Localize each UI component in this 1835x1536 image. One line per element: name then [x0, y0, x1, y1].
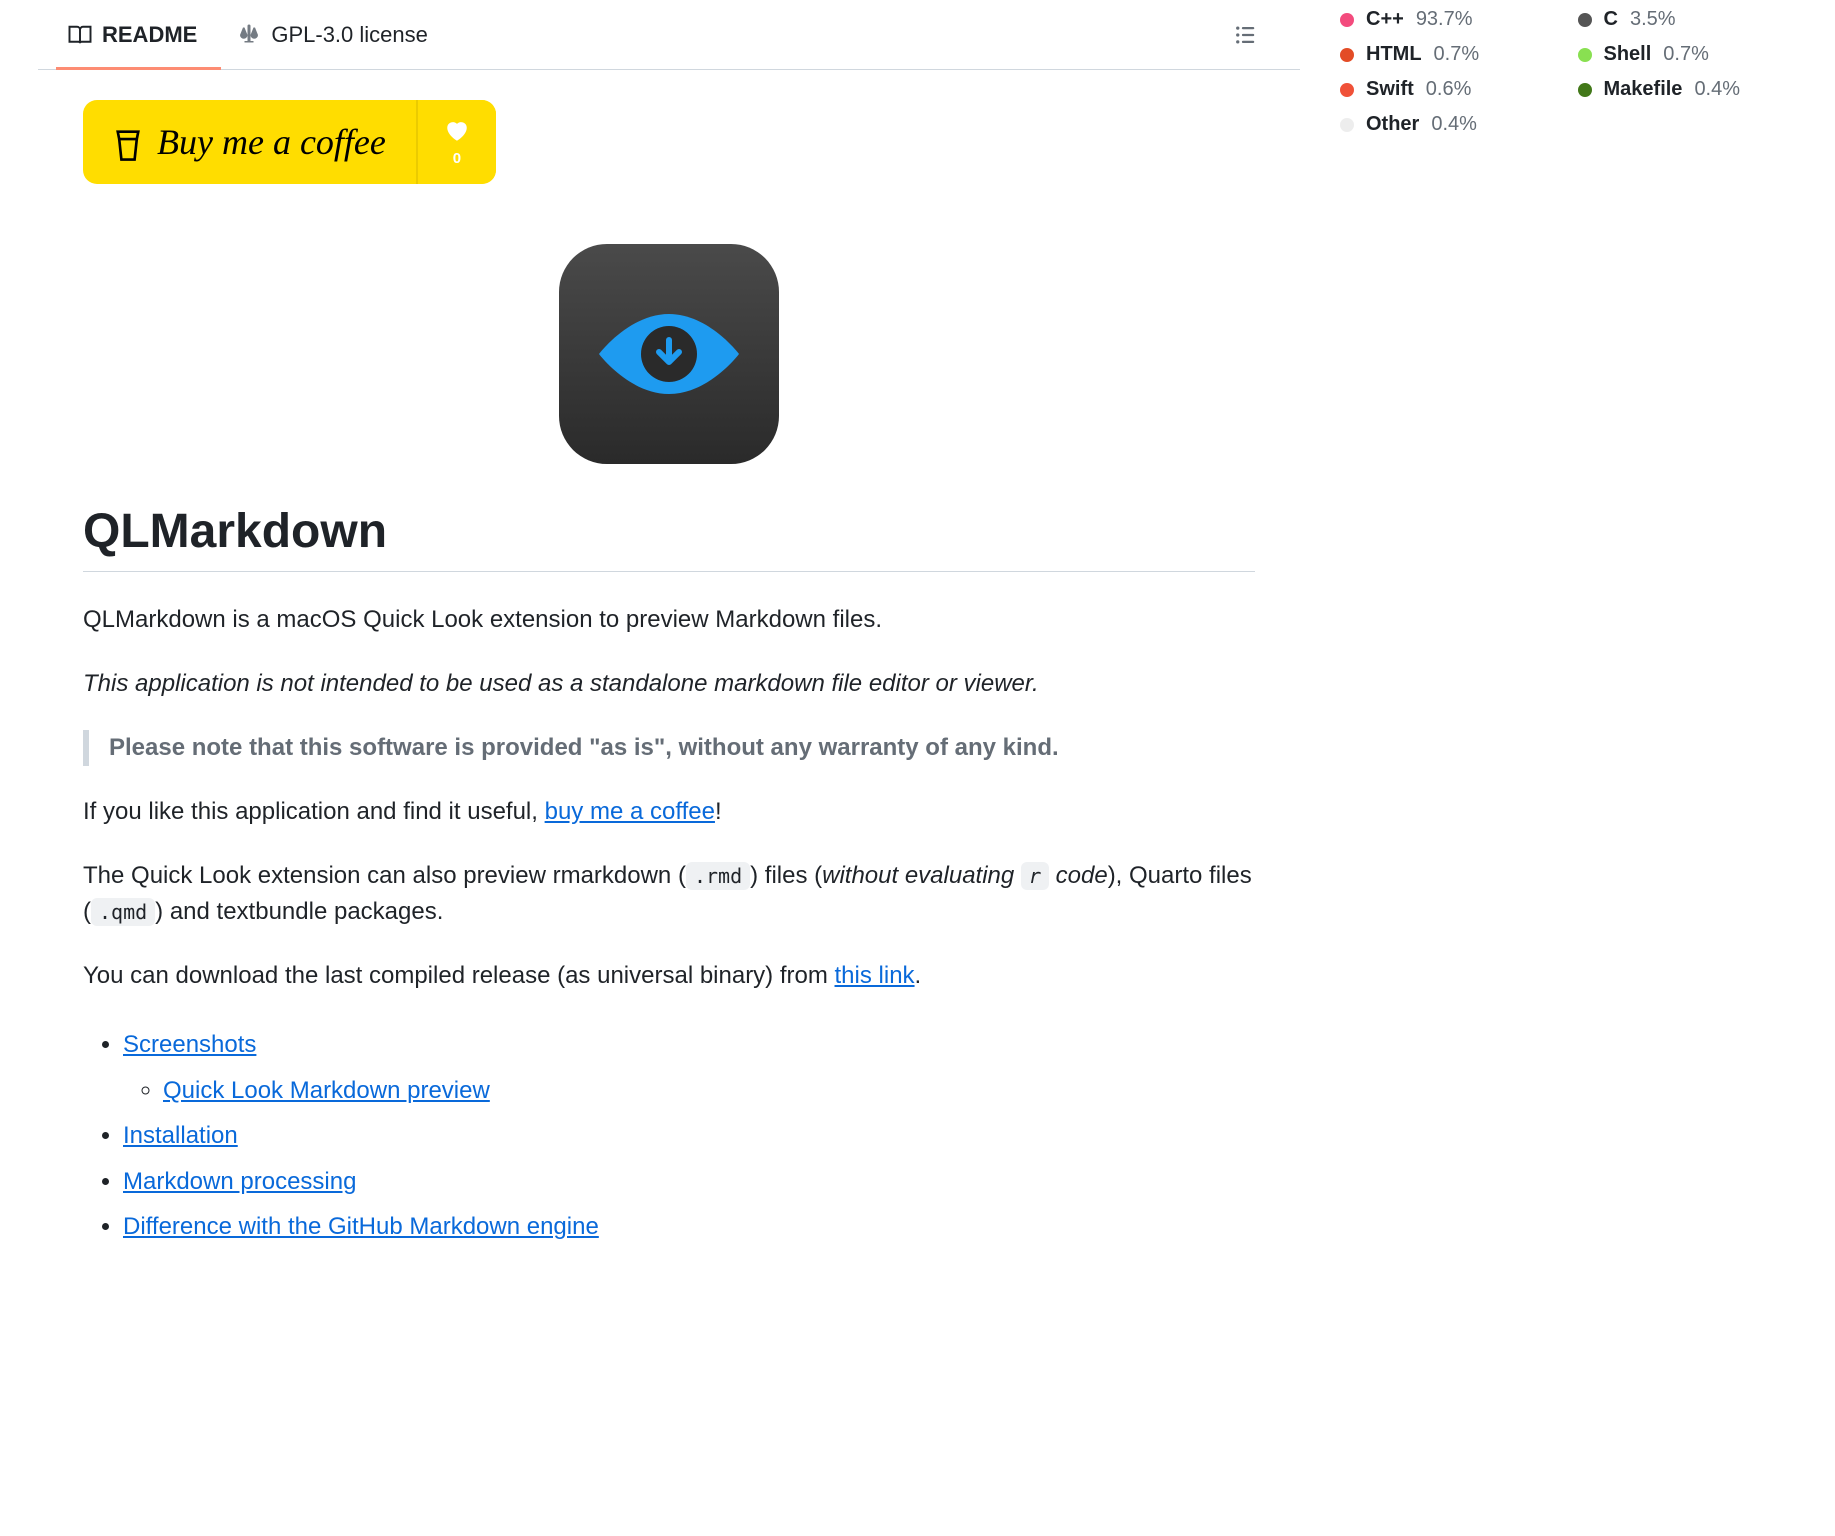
- list-item: Quick Look Markdown preview: [163, 1068, 1255, 1114]
- language-name: Swift: [1366, 78, 1414, 101]
- toc-installation-link[interactable]: Installation: [123, 1122, 238, 1149]
- language-dot: [1578, 83, 1592, 97]
- bmc-count: 0: [453, 150, 461, 167]
- coffee-cup-icon: [113, 120, 143, 164]
- intro-paragraph: QLMarkdown is a macOS Quick Look extensi…: [83, 602, 1255, 638]
- language-name: HTML: [1366, 43, 1422, 66]
- language-item[interactable]: Other 0.4%: [1340, 113, 1558, 136]
- table-of-contents: Screenshots Quick Look Markdown preview …: [83, 1022, 1255, 1250]
- language-percent: 0.7%: [1434, 43, 1480, 66]
- language-item[interactable]: Makefile 0.4%: [1578, 78, 1796, 101]
- list-icon: [1235, 24, 1257, 46]
- language-name: Other: [1366, 113, 1419, 136]
- download-paragraph: You can download the last compiled relea…: [83, 958, 1255, 994]
- language-item[interactable]: Swift 0.6%: [1340, 78, 1558, 101]
- release-link[interactable]: this link: [835, 962, 915, 989]
- page-title: QLMarkdown: [83, 504, 1255, 572]
- toc-difference-link[interactable]: Difference with the GitHub Markdown engi…: [123, 1213, 599, 1240]
- coffee-paragraph: If you like this application and find it…: [83, 794, 1255, 830]
- list-item: Installation: [123, 1113, 1255, 1159]
- language-name: Makefile: [1604, 78, 1683, 101]
- readme-body: Buy me a coffee 0 QLMarkdown QLMarkdown …: [38, 70, 1300, 1250]
- buy-me-a-coffee-badge[interactable]: Buy me a coffee 0: [83, 100, 496, 184]
- buy-me-a-coffee-link[interactable]: buy me a coffee: [545, 798, 715, 825]
- language-name: C: [1604, 8, 1618, 31]
- list-item: Difference with the GitHub Markdown engi…: [123, 1204, 1255, 1250]
- language-percent: 0.7%: [1663, 43, 1709, 66]
- language-percent: 0.4%: [1431, 113, 1477, 136]
- book-icon: [68, 23, 92, 47]
- bmc-text: Buy me a coffee: [157, 121, 386, 163]
- list-item: Markdown processing: [123, 1159, 1255, 1205]
- language-name: C++: [1366, 8, 1404, 31]
- list-item: Screenshots Quick Look Markdown preview: [123, 1022, 1255, 1113]
- tab-license-label: GPL-3.0 license: [271, 22, 428, 48]
- tab-readme-label: README: [102, 22, 197, 48]
- language-percent: 3.5%: [1630, 8, 1676, 31]
- language-dot: [1340, 13, 1354, 27]
- language-dot: [1340, 83, 1354, 97]
- eye-icon: [589, 304, 749, 404]
- qmd-code: .qmd: [91, 898, 155, 926]
- language-item[interactable]: C 3.5%: [1578, 8, 1796, 31]
- rmd-code: .rmd: [686, 862, 750, 890]
- language-dot: [1340, 48, 1354, 62]
- language-dot: [1578, 48, 1592, 62]
- law-icon: [237, 23, 261, 47]
- toc-screenshots-link[interactable]: Screenshots: [123, 1031, 256, 1058]
- heart-icon: [444, 118, 470, 144]
- app-icon: [559, 244, 779, 464]
- r-code: r: [1021, 862, 1049, 890]
- language-item[interactable]: HTML 0.7%: [1340, 43, 1558, 66]
- language-percent: 93.7%: [1416, 8, 1473, 31]
- language-dot: [1340, 118, 1354, 132]
- language-percent: 0.4%: [1694, 78, 1740, 101]
- quicklook-paragraph: The Quick Look extension can also previe…: [83, 858, 1255, 930]
- warranty-note: Please note that this software is provid…: [83, 730, 1255, 766]
- toc-markdown-processing-link[interactable]: Markdown processing: [123, 1168, 356, 1195]
- language-percent: 0.6%: [1426, 78, 1472, 101]
- note-text: Please note that this software is provid…: [109, 730, 1235, 766]
- language-item[interactable]: Shell 0.7%: [1578, 43, 1796, 66]
- readme-tab-header: README GPL-3.0 license: [38, 0, 1300, 70]
- outline-button[interactable]: [1224, 13, 1268, 57]
- tab-readme[interactable]: README: [58, 6, 207, 64]
- language-dot: [1578, 13, 1592, 27]
- languages-sidebar: C++ 93.7% C 3.5% HTML 0.7% Shell 0.7% Swift 0.6% M…: [1300, 0, 1835, 1250]
- tab-license[interactable]: GPL-3.0 license: [227, 6, 438, 64]
- language-item[interactable]: C++ 93.7%: [1340, 8, 1558, 31]
- language-name: Shell: [1604, 43, 1652, 66]
- disclaimer-paragraph: This application is not intended to be u…: [83, 666, 1255, 702]
- toc-quicklook-link[interactable]: Quick Look Markdown preview: [163, 1077, 490, 1104]
